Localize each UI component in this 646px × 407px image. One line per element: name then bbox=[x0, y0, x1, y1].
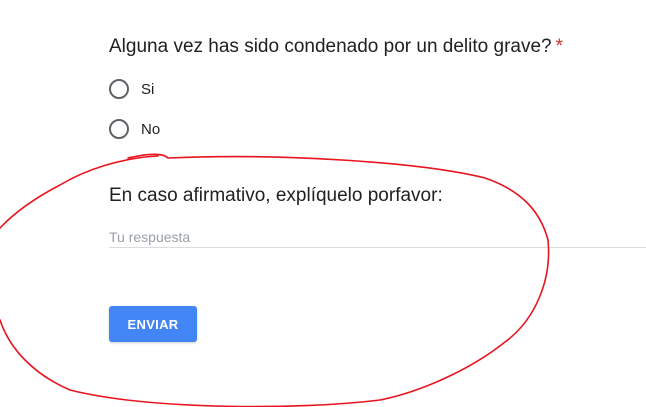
radio-button-icon[interactable] bbox=[109, 119, 129, 139]
radio-label-si: Si bbox=[141, 80, 155, 98]
radio-button-icon[interactable] bbox=[109, 79, 129, 99]
required-asterisk: * bbox=[555, 36, 564, 57]
radio-option-si[interactable]: Si bbox=[109, 78, 154, 100]
radio-option-no[interactable]: No bbox=[109, 118, 160, 140]
question-title-text: Alguna vez has sido condenado por un del… bbox=[109, 36, 552, 57]
question-title-felony: Alguna vez has sido condenado por un del… bbox=[109, 36, 563, 58]
question-title-explain: En caso afirmativo, explíquelo porfavor: bbox=[109, 185, 443, 206]
radio-label-no: No bbox=[141, 120, 161, 138]
answer-input[interactable] bbox=[109, 226, 646, 248]
submit-button[interactable]: ENVIAR bbox=[109, 306, 197, 342]
